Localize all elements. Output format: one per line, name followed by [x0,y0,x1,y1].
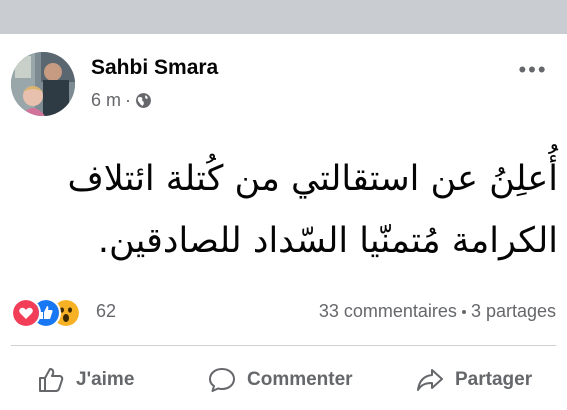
post-text-line: أُعلِنُ عن استقالتي من كُتلة ائتلاف [67,159,558,199]
action-bar: J'aime Commenter Partager [0,358,567,402]
author-name[interactable]: Sahbi Smara [91,56,218,80]
comments-shares: 33 commentaires 3 partages [319,301,556,322]
like-button[interactable]: J'aime [36,358,134,402]
share-button-label: Partager [455,369,533,390]
share-arrow-icon [417,369,443,391]
share-button[interactable]: Partager [415,358,532,402]
reactions-bar: 62 33 commentaires 3 partages [0,290,567,330]
post-text: أُعلِنُ عن استقالتي من كُتلة ائتلاف الكر… [0,148,558,272]
post-text-line: الكرامة مُتمنّيا السّداد للصادقين. [97,221,558,261]
reaction-count[interactable]: 62 [96,301,116,322]
meta-separator: · [125,90,132,110]
thumbs-up-icon [39,368,64,392]
comment-icon [209,368,235,392]
comments-count[interactable]: 33 commentaires [319,301,457,322]
love-reaction-icon [11,298,41,328]
comment-button-label: Commenter [247,369,353,390]
post-meta: 6 m · [91,90,152,111]
post-header: Sahbi Smara 6 m · ••• [0,34,567,124]
like-button-label: J'aime [76,369,135,390]
public-globe-icon [136,93,151,108]
post-time[interactable]: 6 m [91,90,121,111]
more-options-button[interactable]: ••• [515,57,551,82]
separator-dot [461,309,466,314]
shares-count[interactable]: 3 partages [471,301,556,322]
divider [11,345,556,346]
comment-button[interactable]: Commenter [207,358,353,402]
post-card: Sahbi Smara 6 m · ••• أُعلِنُ عن استقالت… [0,34,567,410]
reaction-icons[interactable] [11,298,91,328]
top-strip [0,0,567,34]
avatar[interactable] [11,52,75,116]
avatar-image [11,52,75,116]
